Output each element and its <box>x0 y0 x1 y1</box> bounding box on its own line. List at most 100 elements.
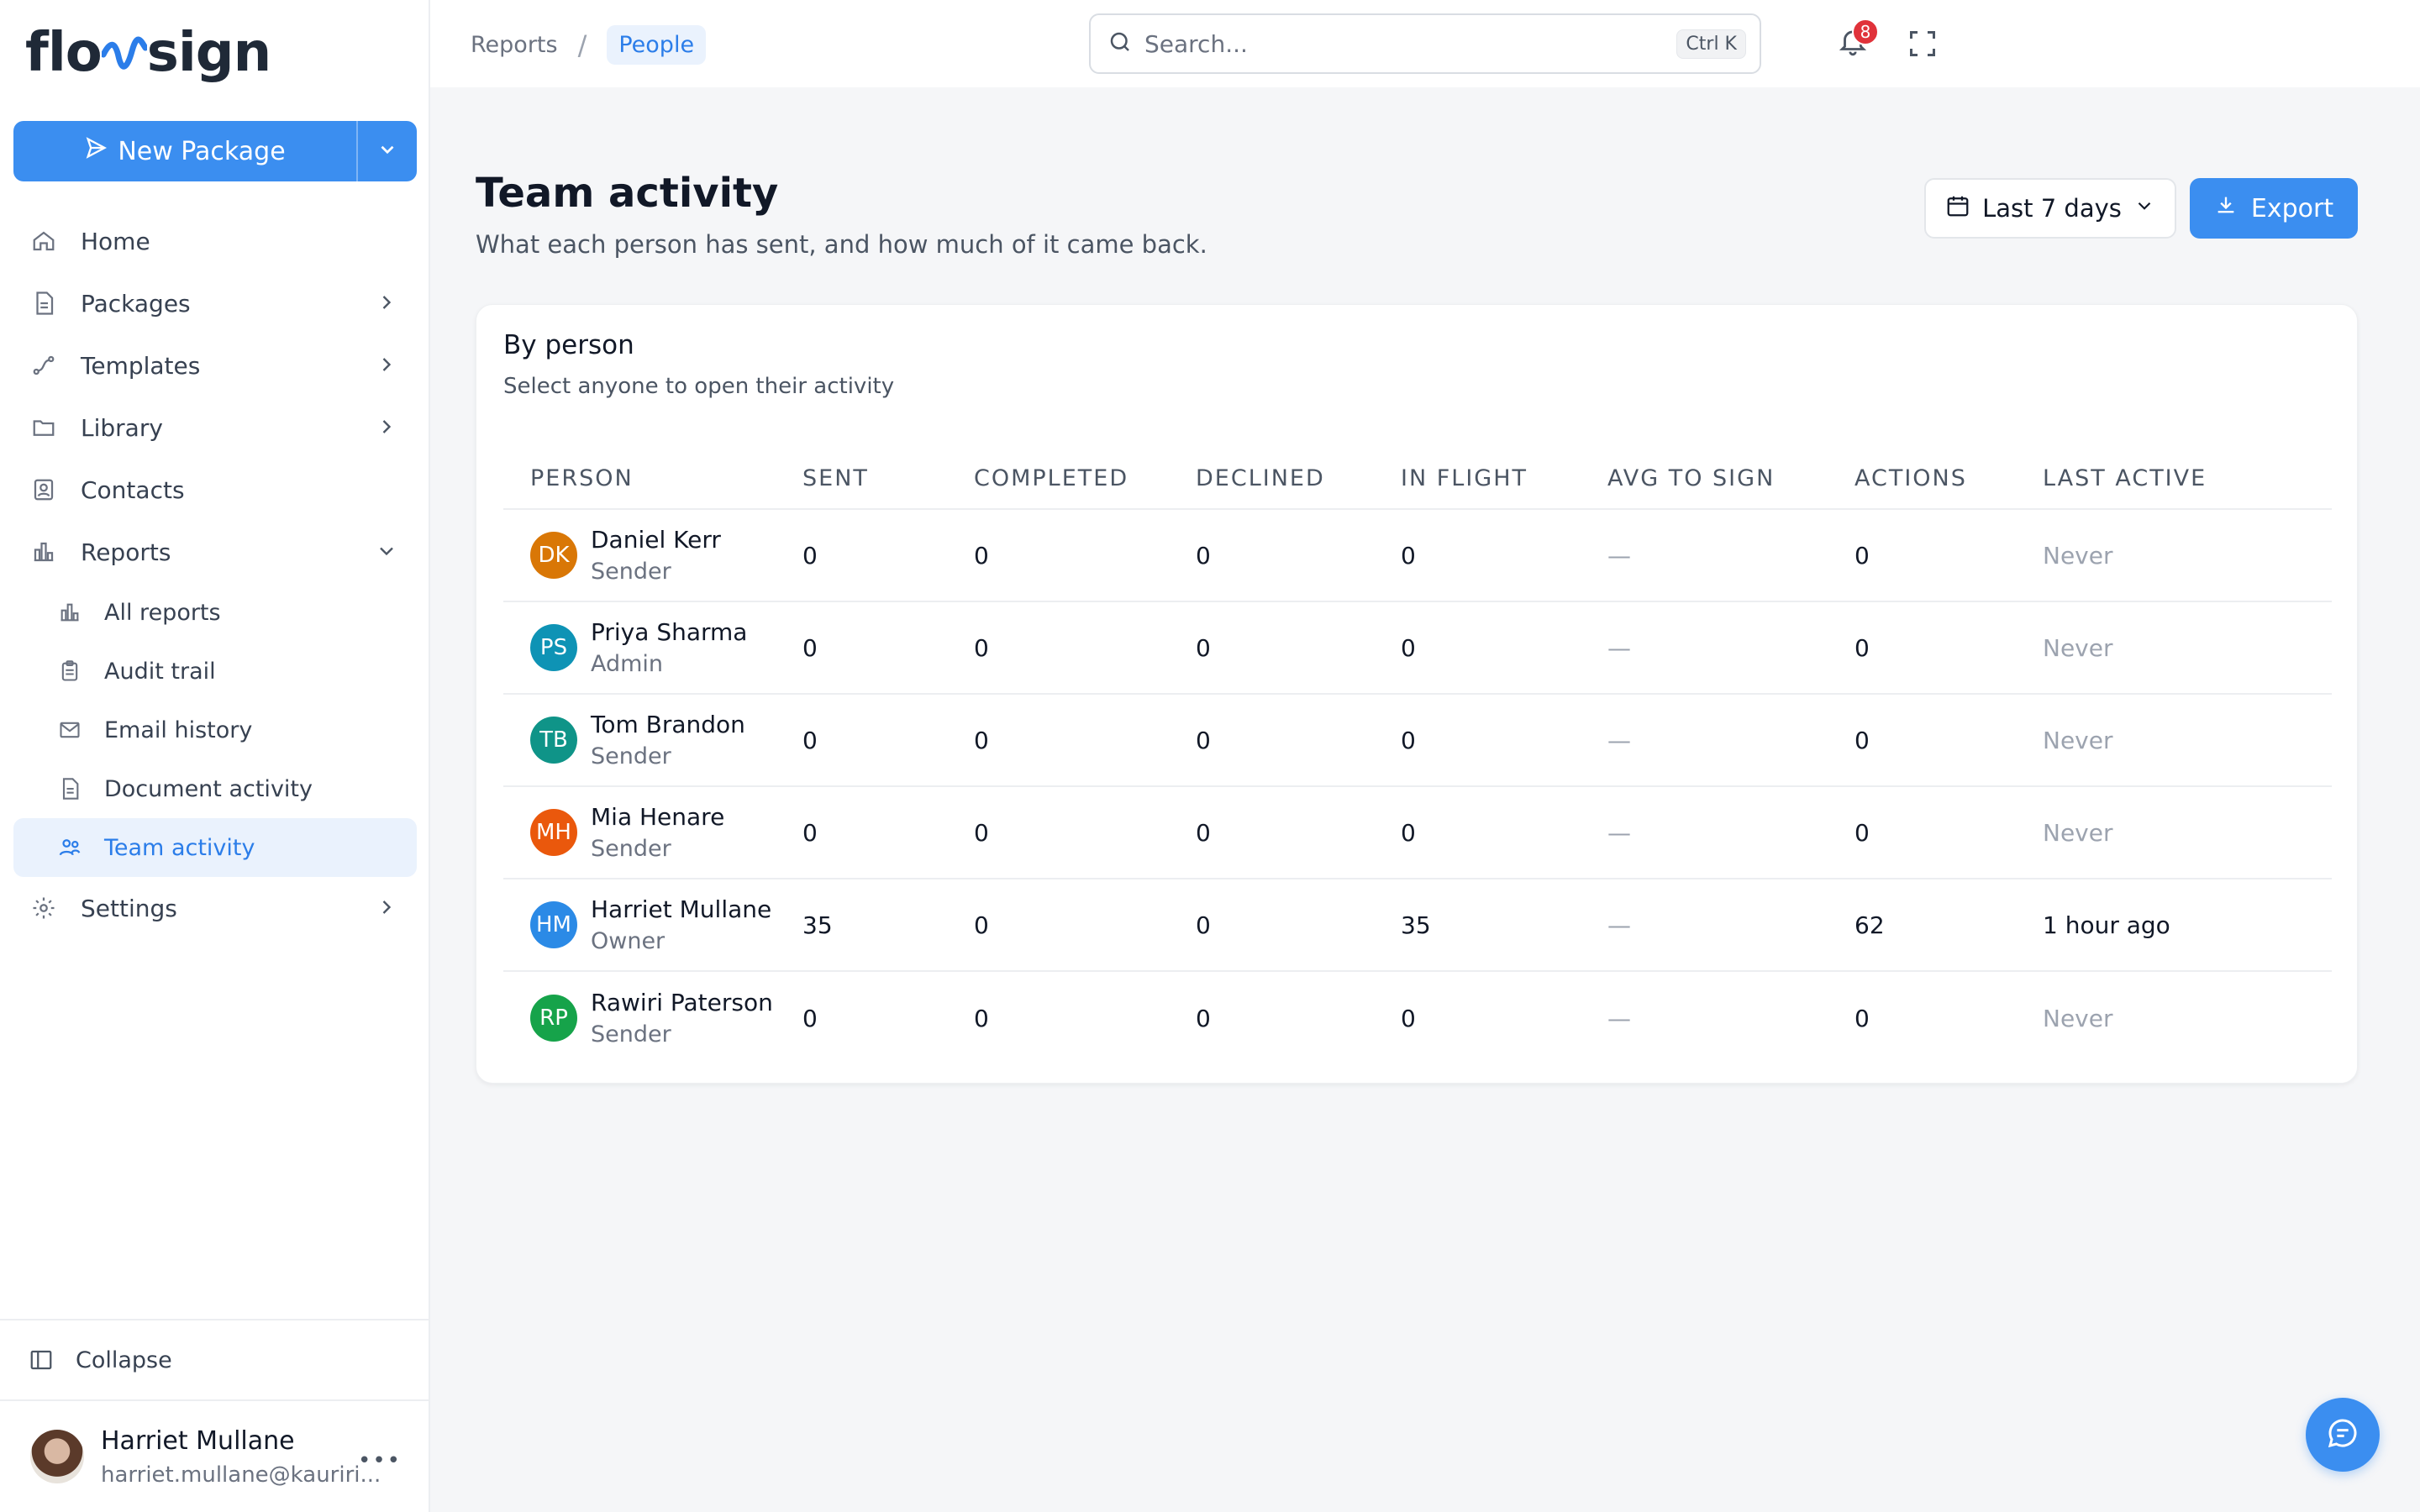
last-active-cell: Never <box>2043 541 2113 570</box>
chevron-down-icon <box>375 539 398 569</box>
users-icon <box>55 833 84 862</box>
calendar-icon <box>1945 193 1970 224</box>
sent-cell: 0 <box>802 1004 818 1032</box>
bar-chart-icon <box>55 598 84 627</box>
sidebar-subitem-label: Document activity <box>104 775 313 802</box>
last-active-cell: Never <box>2043 818 2113 847</box>
sidebar-nav: Home Packages Templates Library Contacts… <box>13 210 417 939</box>
column-header-declined[interactable]: DECLINED <box>1196 465 1401 491</box>
person-cell: DK Daniel Kerr Sender <box>503 526 802 585</box>
column-header-person[interactable]: PERSON <box>503 465 802 491</box>
chevron-down-icon <box>2133 194 2155 223</box>
sidebar-item-library[interactable]: Library <box>13 396 417 459</box>
sidebar-subitem-all-reports[interactable]: All reports <box>13 583 417 642</box>
topbar: Reports / People Search... Ctrl K <box>430 0 2420 87</box>
table-row[interactable]: PS Priya Sharma Admin 0 0 0 0 — 0 Never <box>503 602 2332 695</box>
mail-icon <box>55 716 84 744</box>
table-row[interactable]: TB Tom Brandon Sender 0 0 0 0 — 0 Never <box>503 695 2332 787</box>
new-package-dropdown-button[interactable] <box>356 121 417 181</box>
column-header-last-active[interactable]: LAST ACTIVE <box>2043 465 2332 491</box>
sidebar-collapse-icon <box>29 1347 54 1373</box>
breadcrumb-people[interactable]: People <box>607 25 707 65</box>
table-body: DK Daniel Kerr Sender 0 0 0 0 — 0 Never PS Priya Sh… <box>503 510 2332 1064</box>
avatar: MH <box>530 809 577 856</box>
table-row[interactable]: MH Mia Henare Sender 0 0 0 0 — 0 Never <box>503 787 2332 879</box>
in-flight-cell: 0 <box>1401 633 1416 662</box>
in-flight-cell: 0 <box>1401 726 1416 754</box>
sidebar-subitem-label: Email history <box>104 717 253 743</box>
column-header-completed[interactable]: COMPLETED <box>974 465 1196 491</box>
sidebar-subitem-document-activity[interactable]: Document activity <box>13 759 417 818</box>
actions-cell: 0 <box>1854 818 1870 847</box>
fullscreen-icon[interactable] <box>1907 29 1938 62</box>
breadcrumb-reports[interactable]: Reports <box>471 32 558 58</box>
person-role: Sender <box>591 1021 671 1047</box>
avg-to-sign-cell: — <box>1607 726 1631 754</box>
sidebar-subitem-email-history[interactable]: Email history <box>13 701 417 759</box>
chevron-right-icon <box>375 291 398 320</box>
table-row[interactable]: HM Harriet Mullane Owner 35 0 0 35 — 62 1 hour ag… <box>503 879 2332 972</box>
logo-prefix: flo <box>25 22 103 84</box>
person-cell: RP Rawiri Paterson Sender <box>503 989 802 1047</box>
search-input[interactable]: Search... Ctrl K <box>1089 13 1761 74</box>
sidebar-item-label: Settings <box>81 894 177 922</box>
sidebar-item-home[interactable]: Home <box>13 210 417 272</box>
avatar: RP <box>530 995 577 1042</box>
sidebar-item-contacts[interactable]: Contacts <box>13 459 417 521</box>
home-icon <box>29 226 59 256</box>
sidebar-subitem-label: All reports <box>104 599 221 626</box>
person-role: Sender <box>591 836 671 862</box>
download-icon <box>2214 193 2238 223</box>
collapse-button[interactable]: Collapse <box>0 1319 430 1399</box>
notification-badge: 8 <box>1852 18 1879 45</box>
sidebar-item-label: Templates <box>81 351 201 380</box>
sidebar-item-packages[interactable]: Packages <box>13 272 417 334</box>
table-row[interactable]: RP Rawiri Paterson Sender 0 0 0 0 — 0 Never <box>503 972 2332 1064</box>
collapse-label: Collapse <box>76 1347 172 1373</box>
user-email: harriet.mullane@kauriri... <box>101 1462 381 1488</box>
column-header-avg-to-sign[interactable]: AVG TO SIGN <box>1607 465 1854 491</box>
sidebar-subitem-label: Team activity <box>104 834 255 861</box>
date-range-label: Last 7 days <box>1982 194 2122 223</box>
column-header-in-flight[interactable]: IN FLIGHT <box>1401 465 1607 491</box>
sent-cell: 0 <box>802 726 818 754</box>
sent-cell: 0 <box>802 633 818 662</box>
search-shortcut: Ctrl K <box>1676 29 1746 59</box>
declined-cell: 0 <box>1196 818 1211 847</box>
avatar: PS <box>530 624 577 671</box>
sidebar-subitem-team-activity[interactable]: Team activity <box>13 818 417 877</box>
column-header-actions[interactable]: ACTIONS <box>1854 465 2043 491</box>
sidebar-item-settings[interactable]: Settings <box>13 877 417 939</box>
export-button[interactable]: Export <box>2190 178 2358 239</box>
chevron-right-icon <box>375 353 398 382</box>
new-package-label: New Package <box>118 136 286 166</box>
table-row[interactable]: DK Daniel Kerr Sender 0 0 0 0 — 0 Never <box>503 510 2332 602</box>
page-subtitle: What each person has sent, and how much … <box>476 230 1207 259</box>
more-icon[interactable]: ••• <box>358 1448 402 1473</box>
date-range-button[interactable]: Last 7 days <box>1924 178 2176 239</box>
chat-button[interactable] <box>2306 1398 2380 1472</box>
new-package-main[interactable]: New Package <box>13 121 356 181</box>
logo[interactable]: flo sign <box>25 15 271 91</box>
sidebar-item-label: Reports <box>81 538 171 566</box>
sidebar-subitem-audit-trail[interactable]: Audit trail <box>13 642 417 701</box>
chevron-down-icon <box>376 139 398 164</box>
user-profile[interactable]: Harriet Mullane harriet.mullane@kauriri.… <box>0 1399 430 1512</box>
chat-icon <box>2326 1416 2360 1453</box>
sidebar-item-reports[interactable]: Reports <box>13 521 417 583</box>
avg-to-sign-cell: — <box>1607 541 1631 570</box>
column-header-sent[interactable]: SENT <box>802 465 974 491</box>
document-icon <box>55 774 84 803</box>
actions-cell: 62 <box>1854 911 1885 939</box>
avg-to-sign-cell: — <box>1607 1004 1631 1032</box>
search-placeholder: Search... <box>1144 29 1248 58</box>
person-name: Mia Henare <box>591 803 725 831</box>
sidebar-item-label: Home <box>81 227 150 255</box>
new-package-button[interactable]: New Package <box>13 121 417 181</box>
search-icon <box>1107 29 1133 58</box>
sidebar-item-templates[interactable]: Templates <box>13 334 417 396</box>
person-cell: MH Mia Henare Sender <box>503 803 802 862</box>
declined-cell: 0 <box>1196 911 1211 939</box>
in-flight-cell: 0 <box>1401 1004 1416 1032</box>
declined-cell: 0 <box>1196 726 1211 754</box>
